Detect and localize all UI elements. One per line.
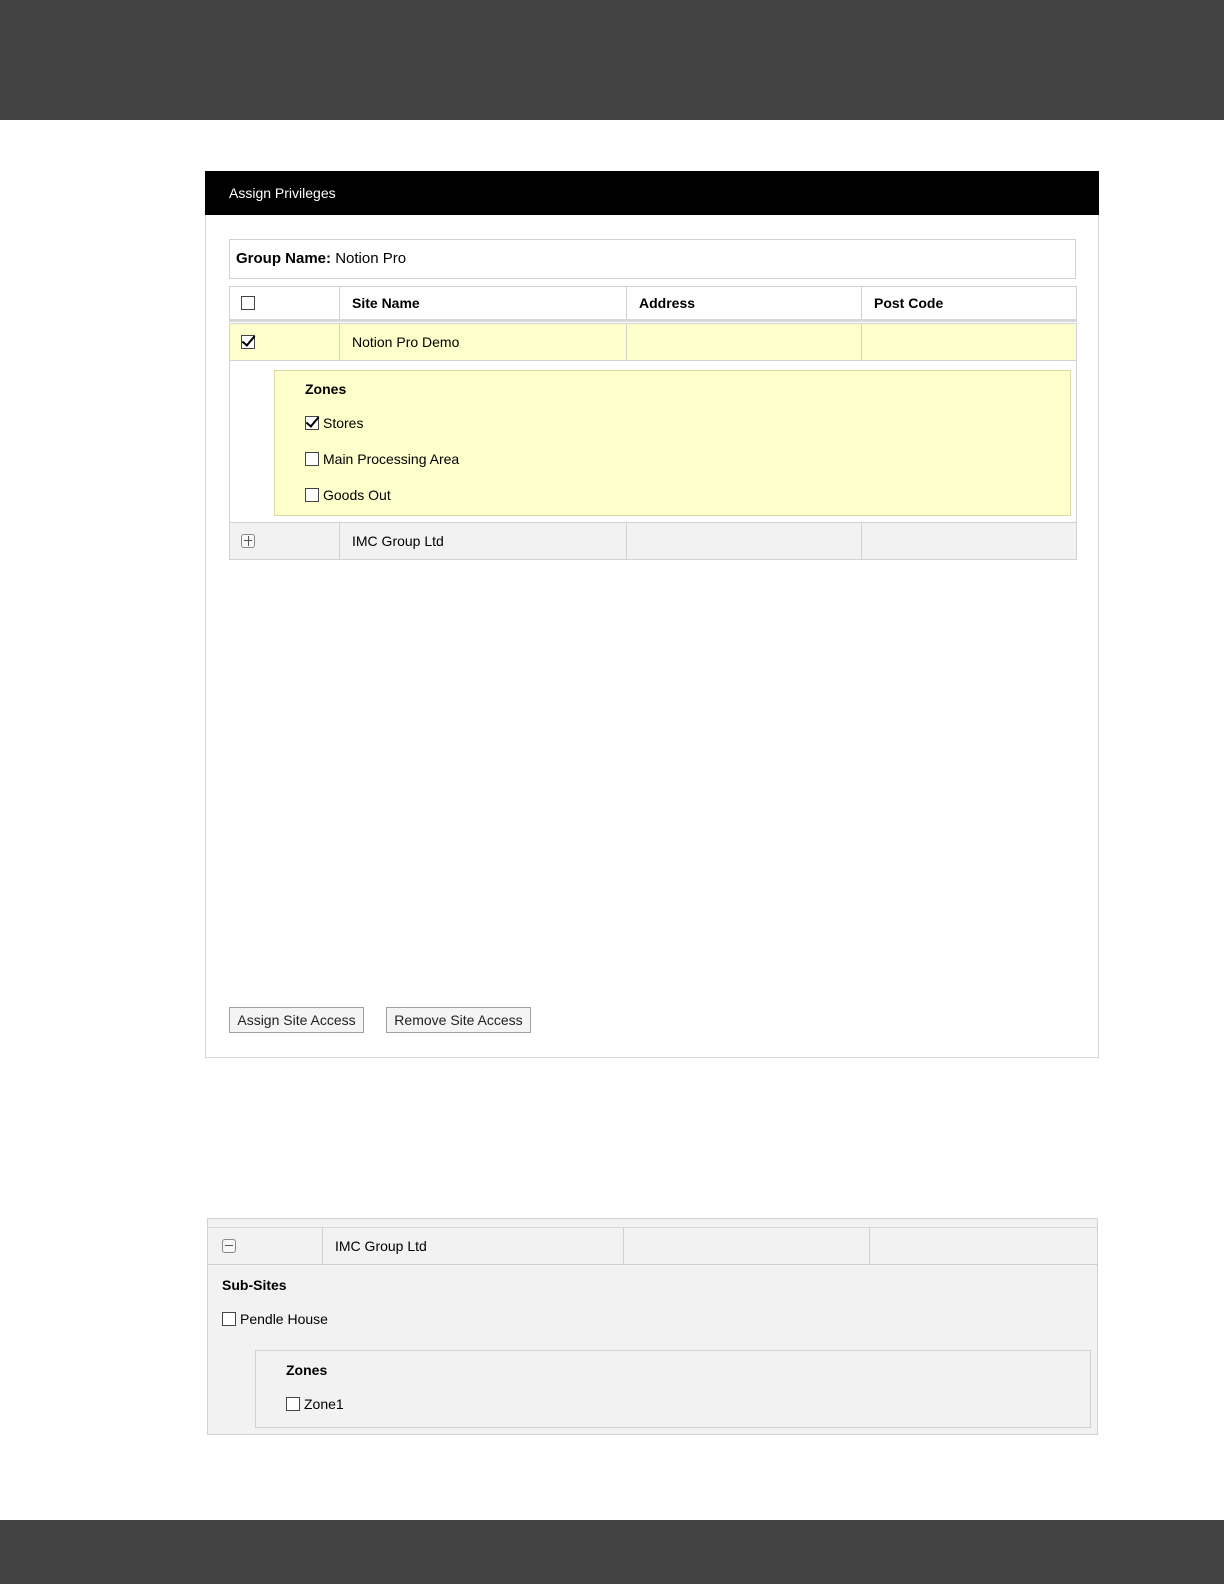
zones-detail-row: Zones Stores Main Processing Area Goods … [229, 361, 1077, 522]
column-header-address[interactable]: Address [627, 287, 862, 319]
zone-checkbox[interactable] [305, 452, 319, 466]
table-row[interactable]: IMC Group Ltd [208, 1227, 1097, 1265]
zone-label: Stores [323, 415, 364, 431]
table-row[interactable]: IMC Group Ltd [229, 522, 1077, 560]
table-row[interactable]: Notion Pro Demo [229, 323, 1077, 361]
post-code-cell [870, 1228, 1097, 1264]
site-name-cell: Notion Pro Demo [340, 324, 627, 360]
zones-box: Zones Stores Main Processing Area Goods … [274, 370, 1071, 516]
remove-site-access-button[interactable]: Remove Site Access [386, 1007, 531, 1033]
zones-title: Zones [305, 381, 347, 397]
post-code-cell [862, 324, 1076, 360]
subsite-label: Pendle House [240, 1311, 328, 1327]
table-header-row: Site Name Address Post Code [229, 286, 1077, 322]
zone-label: Main Processing Area [323, 451, 460, 467]
post-code-cell [862, 523, 1076, 559]
subsites-title: Sub-Sites [222, 1277, 287, 1293]
column-header-site-name[interactable]: Site Name [340, 287, 627, 319]
zone-checkbox[interactable] [305, 416, 319, 430]
zone-label: Goods Out [323, 487, 391, 503]
expanded-site-panel: IMC Group Ltd Sub-Sites Pendle House Zon… [207, 1218, 1098, 1435]
zone-checkbox[interactable] [286, 1397, 300, 1411]
column-header-post-code[interactable]: Post Code [862, 287, 1076, 319]
site-name-cell: IMC Group Ltd [323, 1228, 624, 1264]
group-name-box: Group Name: Notion Pro [229, 239, 1076, 279]
zone-item[interactable]: Stores [305, 415, 363, 431]
zone-item[interactable]: Zone1 [286, 1396, 344, 1412]
row-checkbox[interactable] [241, 335, 255, 349]
group-name-label: Group Name: [236, 250, 332, 267]
address-cell [627, 324, 862, 360]
assign-privileges-panel: Assign Privileges Group Name: Notion Pro… [205, 171, 1099, 1058]
zone-item[interactable]: Main Processing Area [305, 451, 459, 467]
zones-title: Zones [286, 1362, 328, 1378]
address-cell [624, 1228, 870, 1264]
select-all-checkbox[interactable] [241, 296, 255, 310]
site-name-cell: IMC Group Ltd [340, 523, 627, 559]
top-banner [0, 0, 1224, 120]
group-name-value: Notion Pro [335, 250, 407, 267]
zone-label: Zone1 [304, 1396, 344, 1412]
expand-plus-icon[interactable] [241, 534, 255, 548]
subsite-item[interactable]: Pendle House [222, 1311, 328, 1327]
bottom-banner [0, 1520, 1224, 1584]
subsite-zones-box: Zones Zone1 [255, 1350, 1091, 1428]
assign-site-access-button[interactable]: Assign Site Access [229, 1007, 364, 1033]
panel-title: Assign Privileges [205, 171, 1099, 215]
zone-item[interactable]: Goods Out [305, 487, 391, 503]
address-cell [627, 523, 862, 559]
subsite-checkbox[interactable] [222, 1312, 236, 1326]
zone-checkbox[interactable] [305, 488, 319, 502]
collapse-minus-icon[interactable] [222, 1239, 236, 1253]
